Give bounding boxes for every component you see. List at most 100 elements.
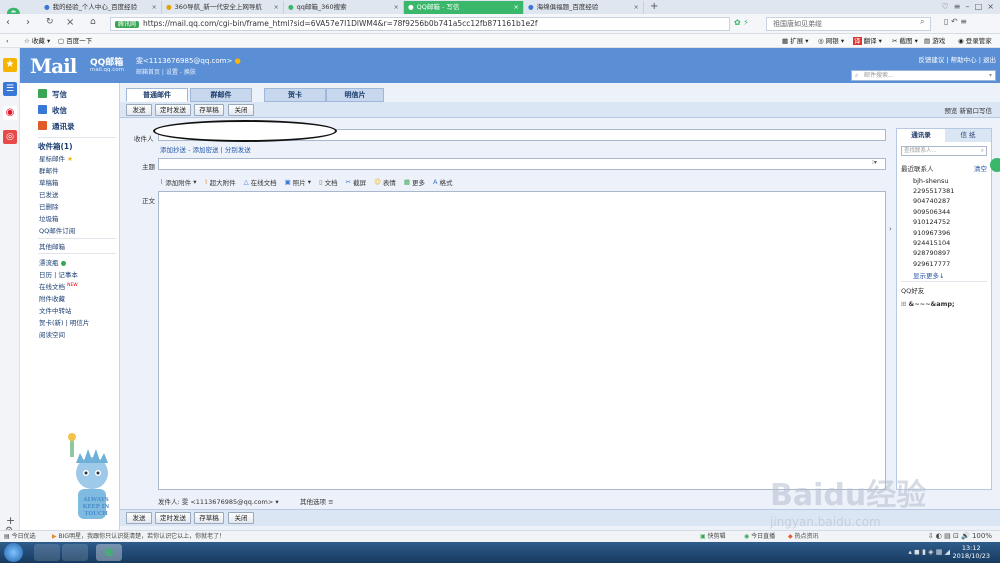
- nav-folder-sent[interactable]: 已发送: [39, 189, 59, 199]
- tab-normal-mail[interactable]: 普通邮件: [126, 88, 188, 102]
- close-button-bottom[interactable]: 关闭: [228, 512, 254, 524]
- forward-icon[interactable]: ›: [26, 17, 30, 28]
- close-icon[interactable]: ×: [514, 1, 519, 14]
- scheduled-send-button-bottom[interactable]: 定时发送: [155, 512, 191, 524]
- to-options-links[interactable]: 添加抄送 - 添加密送 | 分别发送: [160, 144, 251, 154]
- nav-folder-deleted[interactable]: 已删除: [39, 201, 59, 211]
- large-attach-button[interactable]: ⌇ 超大附件: [204, 177, 235, 187]
- more-button[interactable]: ▦ 更多: [404, 177, 425, 187]
- nav-folder-subscriptions[interactable]: QQ邮件订阅: [39, 225, 75, 235]
- home-icon[interactable]: ⌂: [90, 17, 96, 27]
- tab-card[interactable]: 贺卡: [264, 88, 326, 102]
- search-icon[interactable]: ⌕: [920, 17, 924, 27]
- format-button[interactable]: A 格式: [433, 177, 452, 187]
- nav-folder-drafts[interactable]: 草稿箱: [39, 177, 59, 187]
- friend-group[interactable]: ⊞ &~~~&amp;: [901, 300, 955, 308]
- games-button[interactable]: ▤ 游戏: [924, 34, 945, 48]
- contact-item[interactable]: 909506344: [913, 208, 950, 216]
- refresh-icon[interactable]: ↻: [46, 17, 54, 27]
- nav-app-drift-bottle[interactable]: 漂流瓶 ●: [39, 257, 66, 267]
- quick-edit[interactable]: ▣ 快剪辑: [700, 531, 726, 542]
- dropdown-icon[interactable]: ▾: [989, 71, 992, 80]
- close-icon[interactable]: ×: [274, 1, 279, 14]
- account-links[interactable]: 邮箱首页 | 设置 - 换肤: [136, 67, 196, 76]
- clock[interactable]: 13:12 2018/10/23: [953, 544, 990, 560]
- document-button[interactable]: ▯ 文档: [319, 177, 338, 187]
- today-picks[interactable]: ▤ 今日优选: [4, 531, 36, 542]
- subject-options-icon[interactable]: ⁝▾: [872, 159, 877, 166]
- taskbar-browser[interactable]: e: [96, 544, 122, 561]
- mail-logo[interactable]: Mail: [30, 54, 77, 78]
- show-more-link[interactable]: 显示更多↓: [913, 270, 944, 280]
- contact-item[interactable]: 924415104: [913, 239, 950, 247]
- subject-input[interactable]: [158, 158, 886, 170]
- nav-app-file-transfer[interactable]: 文件中转站: [39, 305, 72, 315]
- floating-badge[interactable]: [990, 158, 1000, 172]
- expand-contacts-icon[interactable]: ›: [889, 225, 892, 233]
- nav-inbox-count[interactable]: 收件箱(1): [38, 141, 73, 152]
- translate-button[interactable]: 译 翻译 ▾: [853, 34, 882, 48]
- ext-button[interactable]: ▦ 扩展 ▾: [782, 34, 809, 48]
- taskbar-explorer[interactable]: [34, 544, 60, 561]
- shield-icon[interactable]: ♡: [941, 2, 948, 11]
- browser-search-input[interactable]: 祖国唐如见弟缆: [766, 17, 931, 31]
- online-doc-button[interactable]: △ 在线文档: [244, 177, 277, 187]
- stationery-tab[interactable]: 信 纸: [945, 129, 991, 142]
- attach-button[interactable]: ⌇ 添加附件 ▾: [160, 177, 196, 187]
- close-icon[interactable]: ×: [152, 1, 157, 14]
- bank-button[interactable]: ◎ 网银 ▾: [818, 34, 844, 48]
- clear-link[interactable]: 清空: [974, 163, 987, 173]
- news-ticker[interactable]: ▶ BIG明星，我跟你只认识挺清楚，若你认识它以上，你就老了！: [52, 531, 225, 542]
- tab-360-nav[interactable]: ● 360导航_新一代安全上网导航 ×: [162, 1, 284, 14]
- search-icon[interactable]: ⌕: [981, 147, 984, 155]
- sidebar-toggle-icon[interactable]: ‹: [6, 34, 9, 48]
- account-name[interactable]: 雯<1113676985@qq.com> ●: [136, 56, 241, 66]
- save-draft-button-bottom[interactable]: 存草稿: [194, 512, 224, 524]
- tab-baidu-jingyan[interactable]: ● 我的经验_个人中心_百度经验 ×: [40, 1, 162, 14]
- close-window-icon[interactable]: ×: [987, 2, 994, 11]
- contact-item[interactable]: 910124752: [913, 218, 950, 226]
- maximize-icon[interactable]: □: [975, 2, 983, 11]
- bookmark-favorites[interactable]: ☆ 收藏 ▾: [24, 34, 50, 48]
- login-button[interactable]: ◉ 登录管家: [958, 34, 992, 48]
- body-editor[interactable]: [158, 191, 886, 490]
- contact-item[interactable]: 904740287: [913, 197, 950, 205]
- taskbar-folder[interactable]: [62, 544, 88, 561]
- status-icons[interactable]: ⇩ ◐ ▤ ⊡ 🔊 100%: [928, 531, 992, 542]
- nav-app-online-docs[interactable]: 在线文档 NEW: [39, 281, 78, 291]
- toolbar-icons[interactable]: ▯ ↶ ≡: [944, 17, 967, 26]
- send-button-bottom[interactable]: 发送: [126, 512, 152, 524]
- tab-360-search[interactable]: ● qq邮箱_360搜索 ×: [284, 1, 404, 14]
- send-button[interactable]: 发送: [126, 104, 152, 116]
- nav-contacts[interactable]: 通讯录: [52, 121, 75, 132]
- contact-item[interactable]: 2295517381: [913, 187, 954, 195]
- app-icon[interactable]: ◎: [3, 130, 17, 144]
- menu-icon[interactable]: ≡: [954, 2, 961, 11]
- contacts-tab[interactable]: 通讯录: [897, 129, 945, 142]
- nav-folder-group[interactable]: 群邮件: [39, 165, 59, 175]
- back-icon[interactable]: ‹: [6, 17, 10, 28]
- photo-button[interactable]: ▣ 照片 ▾: [285, 177, 311, 187]
- nav-folder-spam[interactable]: 垃圾箱: [39, 213, 59, 223]
- preview-links[interactable]: 预览 新窗口写信: [944, 105, 992, 115]
- nav-app-attachments[interactable]: 附件收藏: [39, 293, 65, 303]
- top-links[interactable]: 反馈建议 | 帮助中心 | 退出: [918, 54, 996, 64]
- contact-item[interactable]: 928790897: [913, 249, 950, 257]
- hot-news[interactable]: ◆ 热点资讯: [788, 531, 819, 542]
- close-button[interactable]: 关闭: [228, 104, 254, 116]
- today-live[interactable]: ◉ 今日直播: [744, 531, 775, 542]
- nav-app-calendar[interactable]: 日历 | 记事本: [39, 269, 78, 279]
- tab-group-mail[interactable]: 群邮件: [190, 88, 252, 102]
- mail-search-input[interactable]: ⌕ 邮件搜索... ▾: [851, 70, 996, 81]
- nav-folder-starred[interactable]: 星标邮件 ★: [39, 153, 73, 163]
- save-draft-button[interactable]: 存草稿: [194, 104, 224, 116]
- url-input[interactable]: 腾讯网 https://mail.qq.com/cgi-bin/frame_htm…: [110, 17, 730, 31]
- emoji-button[interactable]: ☺ 表情: [374, 177, 396, 187]
- nav-app-cards[interactable]: 贺卡(新) | 明信片: [39, 317, 89, 327]
- tab-postcard[interactable]: 明信片: [326, 88, 384, 102]
- close-icon[interactable]: ×: [394, 1, 399, 14]
- contact-item[interactable]: 910967396: [913, 229, 950, 237]
- tray-icons[interactable]: ▴ ◼ ▮ ◈ ▦ ◢: [908, 548, 950, 556]
- weibo-icon[interactable]: ◉: [3, 106, 17, 120]
- screenshot-button[interactable]: ✂ 截屏: [346, 177, 366, 187]
